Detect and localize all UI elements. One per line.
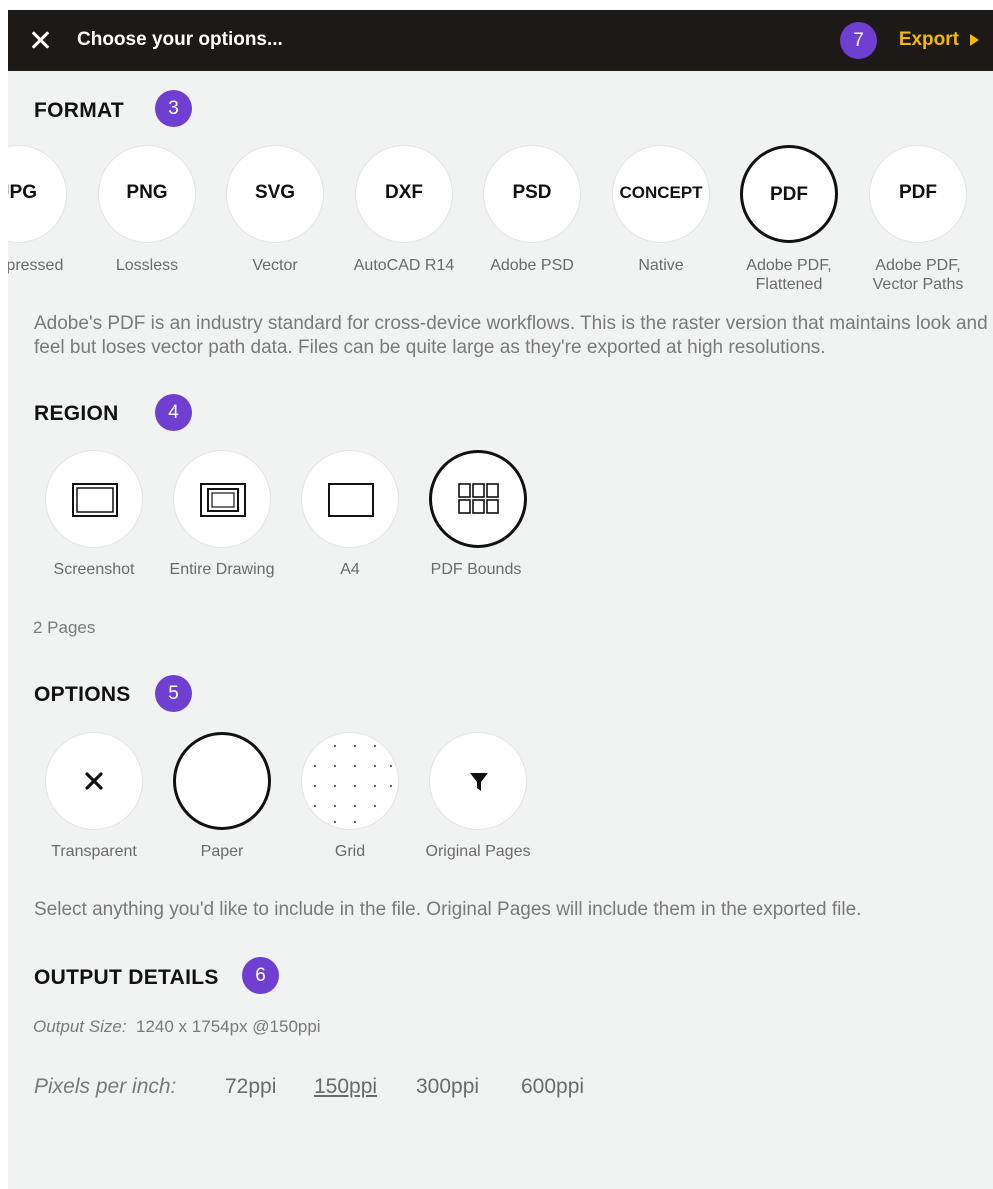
dot-grid-icon — [313, 744, 393, 824]
region-label-entire-drawing: Entire Drawing — [169, 561, 275, 578]
option-label-transparent: Transparent — [51, 843, 137, 860]
region-screenshot-button[interactable] — [45, 450, 143, 548]
format-option-name: JPG — [8, 182, 38, 203]
option-original-pages-button[interactable] — [429, 732, 527, 830]
play-arrow-icon[interactable] — [970, 34, 979, 46]
option-transparent-button[interactable] — [45, 732, 143, 830]
option-paper-button[interactable] — [173, 732, 271, 830]
close-icon[interactable] — [28, 28, 52, 52]
entire-drawing-icon — [200, 483, 246, 517]
format-option-name: PNG — [126, 182, 168, 203]
close-x-icon — [85, 772, 103, 790]
format-option-psd-button[interactable]: PSD — [483, 145, 581, 243]
a4-page-icon — [328, 483, 374, 517]
format-option-concept-button[interactable]: CONCEPT — [612, 145, 710, 243]
export-options-panel: Choose your options... 7 Export FORMAT 3… — [8, 10, 993, 1189]
header-bar: Choose your options... 7 Export — [8, 10, 993, 71]
option-label-paper: Paper — [200, 843, 244, 860]
output-size-value: 1240 x 1754px @150ppi — [136, 1017, 321, 1036]
pdf-bounds-grid-icon — [458, 483, 499, 514]
format-option-name: PDF — [899, 182, 937, 203]
format-option-name: SVG — [254, 182, 296, 203]
step-badge-7: 7 — [840, 22, 877, 59]
region-label-a4: A4 — [340, 561, 360, 578]
format-option-name: PDF — [770, 184, 808, 205]
output-size-row: Output Size: 1240 x 1754px @150ppi — [33, 1017, 321, 1037]
format-option-pdf-button[interactable]: PDF — [869, 145, 967, 243]
format-option-jpg-button[interactable]: JPG — [8, 145, 67, 243]
screenshot-icon — [72, 483, 118, 517]
format-option-label: Compressed — [8, 257, 64, 274]
format-option-svg-button[interactable]: SVG — [226, 145, 324, 243]
format-option-label: Lossless — [115, 257, 179, 274]
page-title: Choose your options... — [77, 29, 283, 50]
filter-funnel-icon — [470, 773, 488, 791]
format-option-png-button[interactable]: PNG — [98, 145, 196, 243]
step-badge-6: 6 — [242, 957, 279, 994]
format-option-label: Native — [638, 257, 684, 274]
format-option-name: CONCEPT — [619, 183, 703, 202]
format-option-label: Adobe PDF, Vector Paths — [872, 257, 964, 293]
ppi-option-72[interactable]: 72ppi — [225, 1075, 276, 1099]
region-section-title: REGION — [34, 402, 119, 425]
format-option-name: DXF — [385, 182, 423, 203]
format-section-title: FORMAT — [34, 99, 125, 122]
region-label-screenshot: Screenshot — [53, 561, 135, 578]
output-size-label: Output Size: — [33, 1017, 127, 1036]
options-section-title: OPTIONS — [34, 683, 131, 706]
output-details-section-title: OUTPUT DETAILS — [34, 966, 219, 989]
format-option-label: Adobe PSD — [490, 257, 574, 274]
page-count: 2 Pages — [33, 618, 96, 637]
region-pdf-bounds-button[interactable] — [429, 450, 527, 548]
format-option-label: Vector — [252, 257, 298, 274]
option-label-grid: Grid — [334, 843, 366, 860]
format-option-pdf-button[interactable]: PDF — [740, 145, 838, 243]
step-badge-3: 3 — [155, 90, 192, 127]
ppi-option-600[interactable]: 600ppi — [521, 1075, 584, 1099]
option-grid-button[interactable] — [301, 732, 399, 830]
format-option-name: PSD — [512, 182, 552, 203]
ppi-option-150[interactable]: 150ppi — [314, 1075, 377, 1099]
option-label-original-pages: Original Pages — [425, 843, 531, 860]
region-entire-drawing-button[interactable] — [173, 450, 271, 548]
step-badge-5: 5 — [155, 675, 192, 712]
region-label-pdf-bounds: PDF Bounds — [430, 561, 522, 578]
ppi-option-300[interactable]: 300ppi — [416, 1075, 479, 1099]
format-option-dxf-button[interactable]: DXF — [355, 145, 453, 243]
export-label: Export — [898, 29, 959, 50]
format-description: Adobe's PDF is an industry standard for … — [34, 313, 988, 358]
options-description: Select anything you'd like to include in… — [34, 899, 862, 920]
format-option-label: Adobe PDF, Flattened — [746, 257, 832, 293]
format-option-label: AutoCAD R14 — [353, 257, 455, 274]
ppi-label: Pixels per inch: — [34, 1075, 177, 1098]
step-badge-4: 4 — [155, 394, 192, 431]
region-a4-button[interactable] — [301, 450, 399, 548]
export-button[interactable]: Export — [899, 29, 959, 51]
